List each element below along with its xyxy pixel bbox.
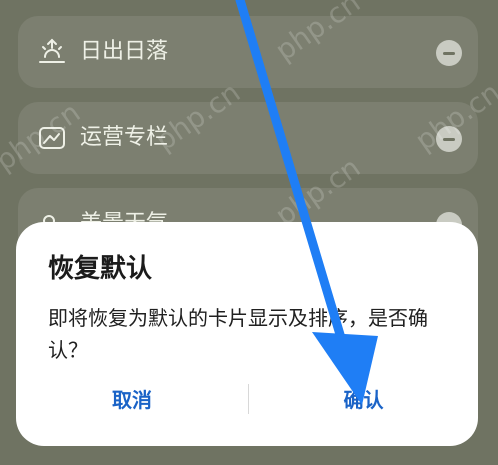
annotation-arrow-icon bbox=[235, 0, 378, 405]
